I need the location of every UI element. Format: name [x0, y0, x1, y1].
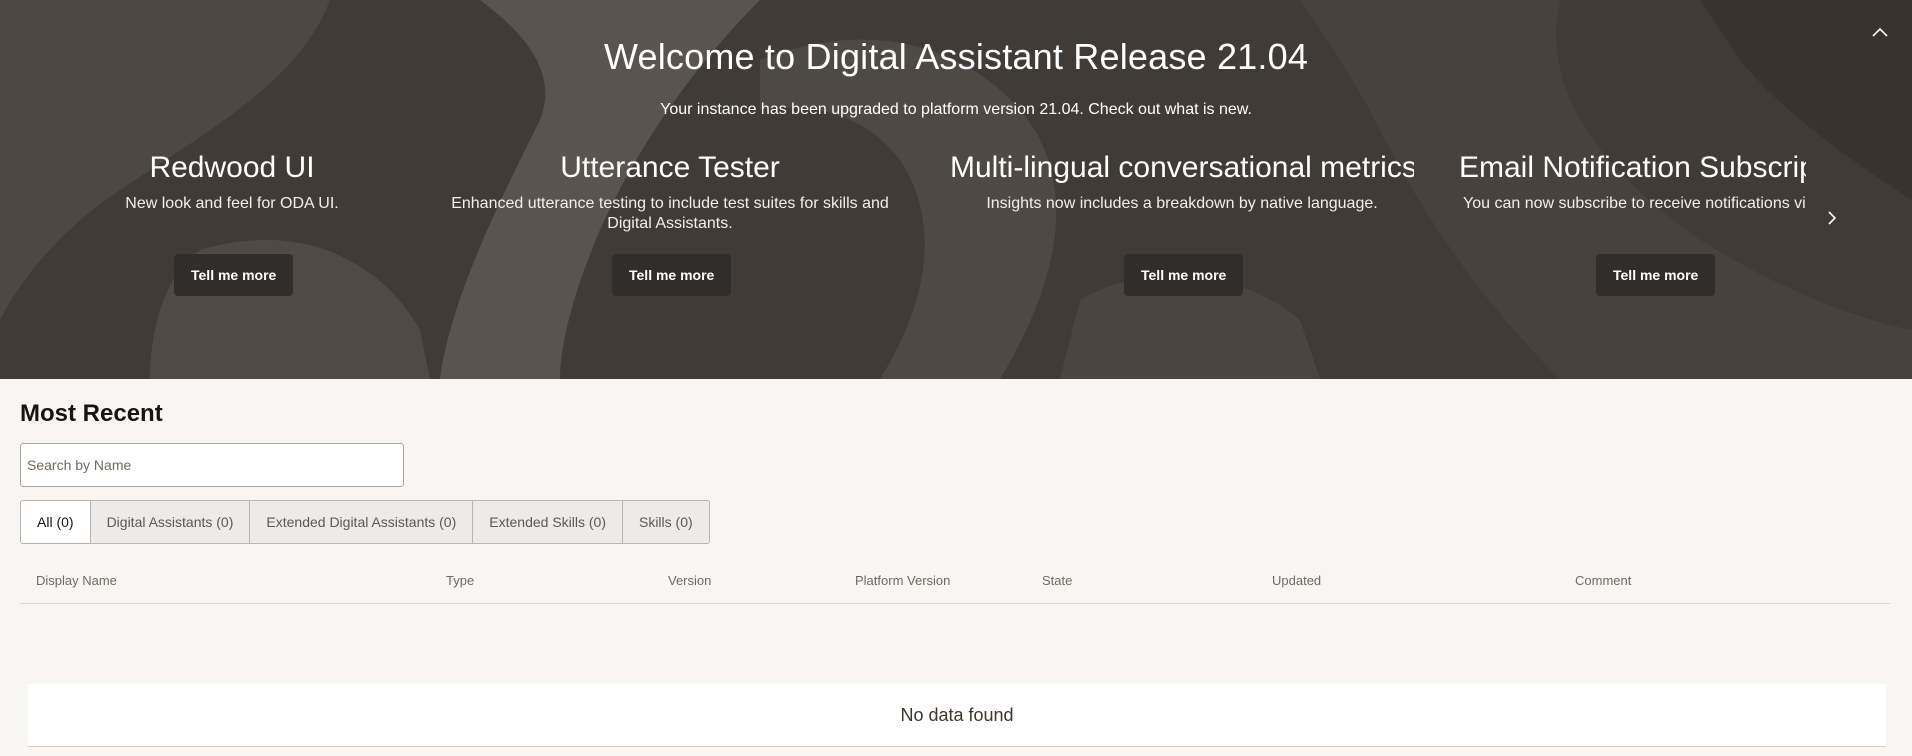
feature-card-title: Redwood UI: [149, 151, 315, 184]
tab-skills[interactable]: Skills (0): [621, 501, 709, 543]
chevron-up-icon: [1872, 27, 1888, 37]
tell-me-more-button[interactable]: Tell me more: [174, 254, 294, 296]
feature-card-title: Multi-lingual conversational metrics: [950, 151, 1414, 184]
no-data-message: No data found: [28, 684, 1886, 747]
welcome-banner: Welcome to Digital Assistant Release 21.…: [0, 0, 1912, 379]
tab-all[interactable]: All (0): [21, 501, 90, 543]
carousel-next-button[interactable]: [1818, 204, 1846, 232]
tab-extended-skills[interactable]: Extended Skills (0): [472, 501, 622, 543]
welcome-title: Welcome to Digital Assistant Release 21.…: [603, 36, 1309, 77]
column-header-updated[interactable]: Updated: [1272, 573, 1321, 588]
resource-type-tabs: All (0) Digital Assistants (0) Extended …: [20, 500, 710, 544]
feature-card-description: You can now subscribe to receive notific…: [1463, 195, 1806, 212]
search-by-name-input[interactable]: [20, 443, 404, 487]
feature-card-description: Insights now includes a breakdown by nat…: [986, 195, 1378, 212]
recent-table-header: Display Name Type Version Platform Versi…: [20, 560, 1890, 604]
feature-card-title: Email Notification Subscripti: [1459, 151, 1806, 184]
tell-me-more-button[interactable]: Tell me more: [612, 254, 732, 296]
collapse-banner-button[interactable]: [1866, 18, 1894, 46]
feature-card-multilingual-metrics: Multi-lingual conversational metrics Ins…: [950, 148, 1414, 296]
feature-card-utterance-tester: Utterance Tester Enhanced utterance test…: [430, 148, 910, 296]
column-header-platform-version[interactable]: Platform Version: [855, 573, 950, 588]
release-features-carousel: Redwood UI New look and feel for ODA UI.…: [0, 148, 1806, 308]
feature-card-description: New look and feel for ODA UI.: [125, 195, 339, 212]
feature-card-title: Utterance Tester: [560, 151, 780, 184]
column-header-comment[interactable]: Comment: [1575, 573, 1631, 588]
tell-me-more-button[interactable]: Tell me more: [1124, 254, 1244, 296]
column-header-display-name[interactable]: Display Name: [36, 573, 117, 588]
most-recent-heading: Most Recent: [20, 400, 163, 427]
chevron-right-icon: [1828, 211, 1837, 225]
feature-card-description: Enhanced utterance testing to include te…: [451, 195, 889, 232]
feature-card-email-notification: Email Notification Subscripti You can no…: [1456, 148, 1806, 296]
welcome-subtitle: Your instance has been upgraded to platf…: [660, 101, 1252, 118]
feature-card-redwood-ui: Redwood UI New look and feel for ODA UI.…: [82, 148, 382, 296]
tell-me-more-button[interactable]: Tell me more: [1596, 254, 1716, 296]
column-header-type[interactable]: Type: [446, 573, 474, 588]
tab-extended-digital-assistants[interactable]: Extended Digital Assistants (0): [249, 501, 473, 543]
column-header-state[interactable]: State: [1042, 573, 1072, 588]
tab-digital-assistants[interactable]: Digital Assistants (0): [89, 501, 250, 543]
column-header-version[interactable]: Version: [668, 573, 711, 588]
